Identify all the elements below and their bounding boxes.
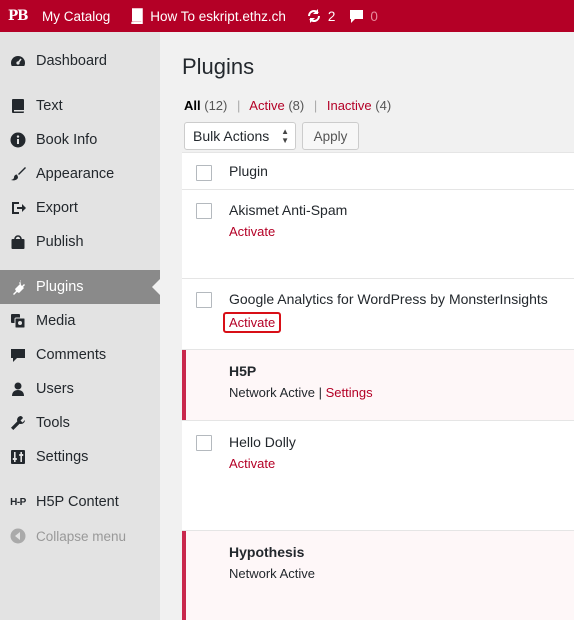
my-catalog-link[interactable]: My Catalog [34,0,110,32]
comment-icon [0,347,36,363]
users-icon [0,381,36,397]
plugin-name: H5P [229,363,257,379]
page-title: Plugins [182,54,255,79]
sidebar-item-label: Export [36,200,78,216]
sidebar-item-label: Appearance [36,166,115,182]
plugin-name: Hello Dolly [229,434,296,450]
sidebar-item-label: Text [36,98,63,114]
book-icon [0,98,36,114]
filter-all-count: (12) [204,98,228,113]
collapse-menu-label: Collapse menu [36,528,127,544]
network-active-label: Network Active [229,566,315,581]
sidebar-item-plugins[interactable]: Plugins [0,270,160,304]
bulk-actions-select[interactable]: Bulk Actions ▲ ▼ [184,122,296,150]
plugins-table: Plugin Akismet Anti-Spam Activate Google… [182,152,574,620]
filter-all[interactable]: All [184,98,201,113]
plugin-checkbox[interactable] [196,435,212,451]
sidebar-item-h5p-content[interactable]: H-P H5P Content [0,485,160,519]
book-icon [131,8,144,24]
column-header-plugin: Plugin [229,163,268,179]
h5p-icon: H-P [10,496,26,508]
info-icon [0,132,36,148]
network-active-label: Network Active [229,385,315,400]
sidebar-item-users[interactable]: Users [0,372,160,406]
filter-active[interactable]: Active [249,98,284,113]
sidebar-item-label: Dashboard [36,53,107,69]
export-icon [0,200,36,216]
admin-bar: PB My Catalog How To eskript.ethz.ch 2 0 [0,0,574,32]
book-title-label: How To eskript.ethz.ch [150,8,286,24]
media-icon [0,313,36,329]
bulk-actions-label: Bulk Actions [193,128,270,144]
collapse-icon [0,528,36,544]
table-row: Google Analytics for WordPress by Monste… [182,279,574,350]
comments-count: 0 [370,8,378,24]
updates-link[interactable]: 2 [306,0,336,32]
book-link[interactable]: How To eskript.ethz.ch [130,0,286,32]
filter-inactive[interactable]: Inactive [327,98,372,113]
paintbrush-icon [0,166,36,182]
sidebar-item-book-info[interactable]: Book Info [0,123,160,157]
sidebar-item-settings[interactable]: Settings [0,440,160,474]
table-header: Plugin [182,153,574,190]
select-arrows-icon: ▲ ▼ [281,127,289,145]
sidebar-item-label: Comments [36,347,107,363]
plugin-name: Akismet Anti-Spam [229,202,348,218]
filter-separator: | [237,98,241,113]
sidebar-item-label: Tools [36,415,70,431]
sidebar-item-tools[interactable]: Tools [0,406,160,440]
updates-count: 2 [327,8,336,24]
sidebar-item-text[interactable]: Text [0,89,160,123]
dashboard-icon [0,53,36,69]
sidebar-item-comments[interactable]: Comments [0,338,160,372]
row-actions: Network Active | Settings [229,385,373,400]
table-row: Akismet Anti-Spam Activate [182,190,574,279]
sidebar-item-publish[interactable]: Publish [0,225,160,259]
refresh-icon [307,9,320,23]
comments-link[interactable]: 0 [349,0,378,32]
table-row-active: H5P Network Active | Settings [182,350,574,421]
sidebar-item-label: Users [36,381,74,397]
activate-link[interactable]: Activate [229,224,275,239]
table-row: Hello Dolly Activate [182,421,574,531]
sidebar-item-media[interactable]: Media [0,304,160,338]
admin-sidebar: Dashboard Text Book Info Appearance Expo… [0,32,160,620]
plugin-checkbox[interactable] [196,292,212,308]
select-all-checkbox[interactable] [196,165,212,181]
activate-link-highlighted[interactable]: Activate [223,312,282,333]
activate-link-label: Activate [223,312,282,333]
sidebar-item-dashboard[interactable]: Dashboard [0,44,160,78]
plugin-name: Hypothesis [229,544,305,560]
filter-inactive-count: (4) [375,98,392,113]
apply-button[interactable]: Apply [302,122,359,150]
table-row-active: Hypothesis Network Active [182,531,574,620]
filter-active-count: (8) [288,98,305,113]
sidebar-item-label: Publish [36,234,84,250]
sidebar-item-label: H5P Content [36,494,119,510]
sidebar-item-label: Settings [36,449,89,465]
settings-link[interactable]: Settings [326,385,373,400]
plugin-status-filters: All (12) | Active (8) | Inactive (4) [184,98,391,113]
sidebar-item-appearance[interactable]: Appearance [0,157,160,191]
plugin-checkbox[interactable] [196,203,212,219]
row-actions-separator: | [318,385,322,400]
collapse-menu-button[interactable]: Collapse menu [0,519,160,553]
sidebar-item-export[interactable]: Export [0,191,160,225]
pressbooks-logo[interactable]: PB [0,0,34,32]
row-actions: Network Active [229,566,315,581]
sidebar-item-label: Media [36,313,76,329]
main-content: Plugins All (12) | Active (8) | Inactive… [160,32,574,620]
sidebar-item-label: Book Info [36,132,98,148]
filter-separator: | [313,98,318,113]
my-catalog-label: My Catalog [42,8,111,24]
plugins-icon [0,279,36,295]
plugin-name: Google Analytics for WordPress by Monste… [229,291,548,307]
shop-icon [0,234,36,250]
comment-bubble-icon [350,9,364,23]
sidebar-item-label: Plugins [36,279,84,295]
activate-link[interactable]: Activate [229,456,275,471]
settings-icon [0,449,36,465]
wrench-icon [0,415,36,431]
